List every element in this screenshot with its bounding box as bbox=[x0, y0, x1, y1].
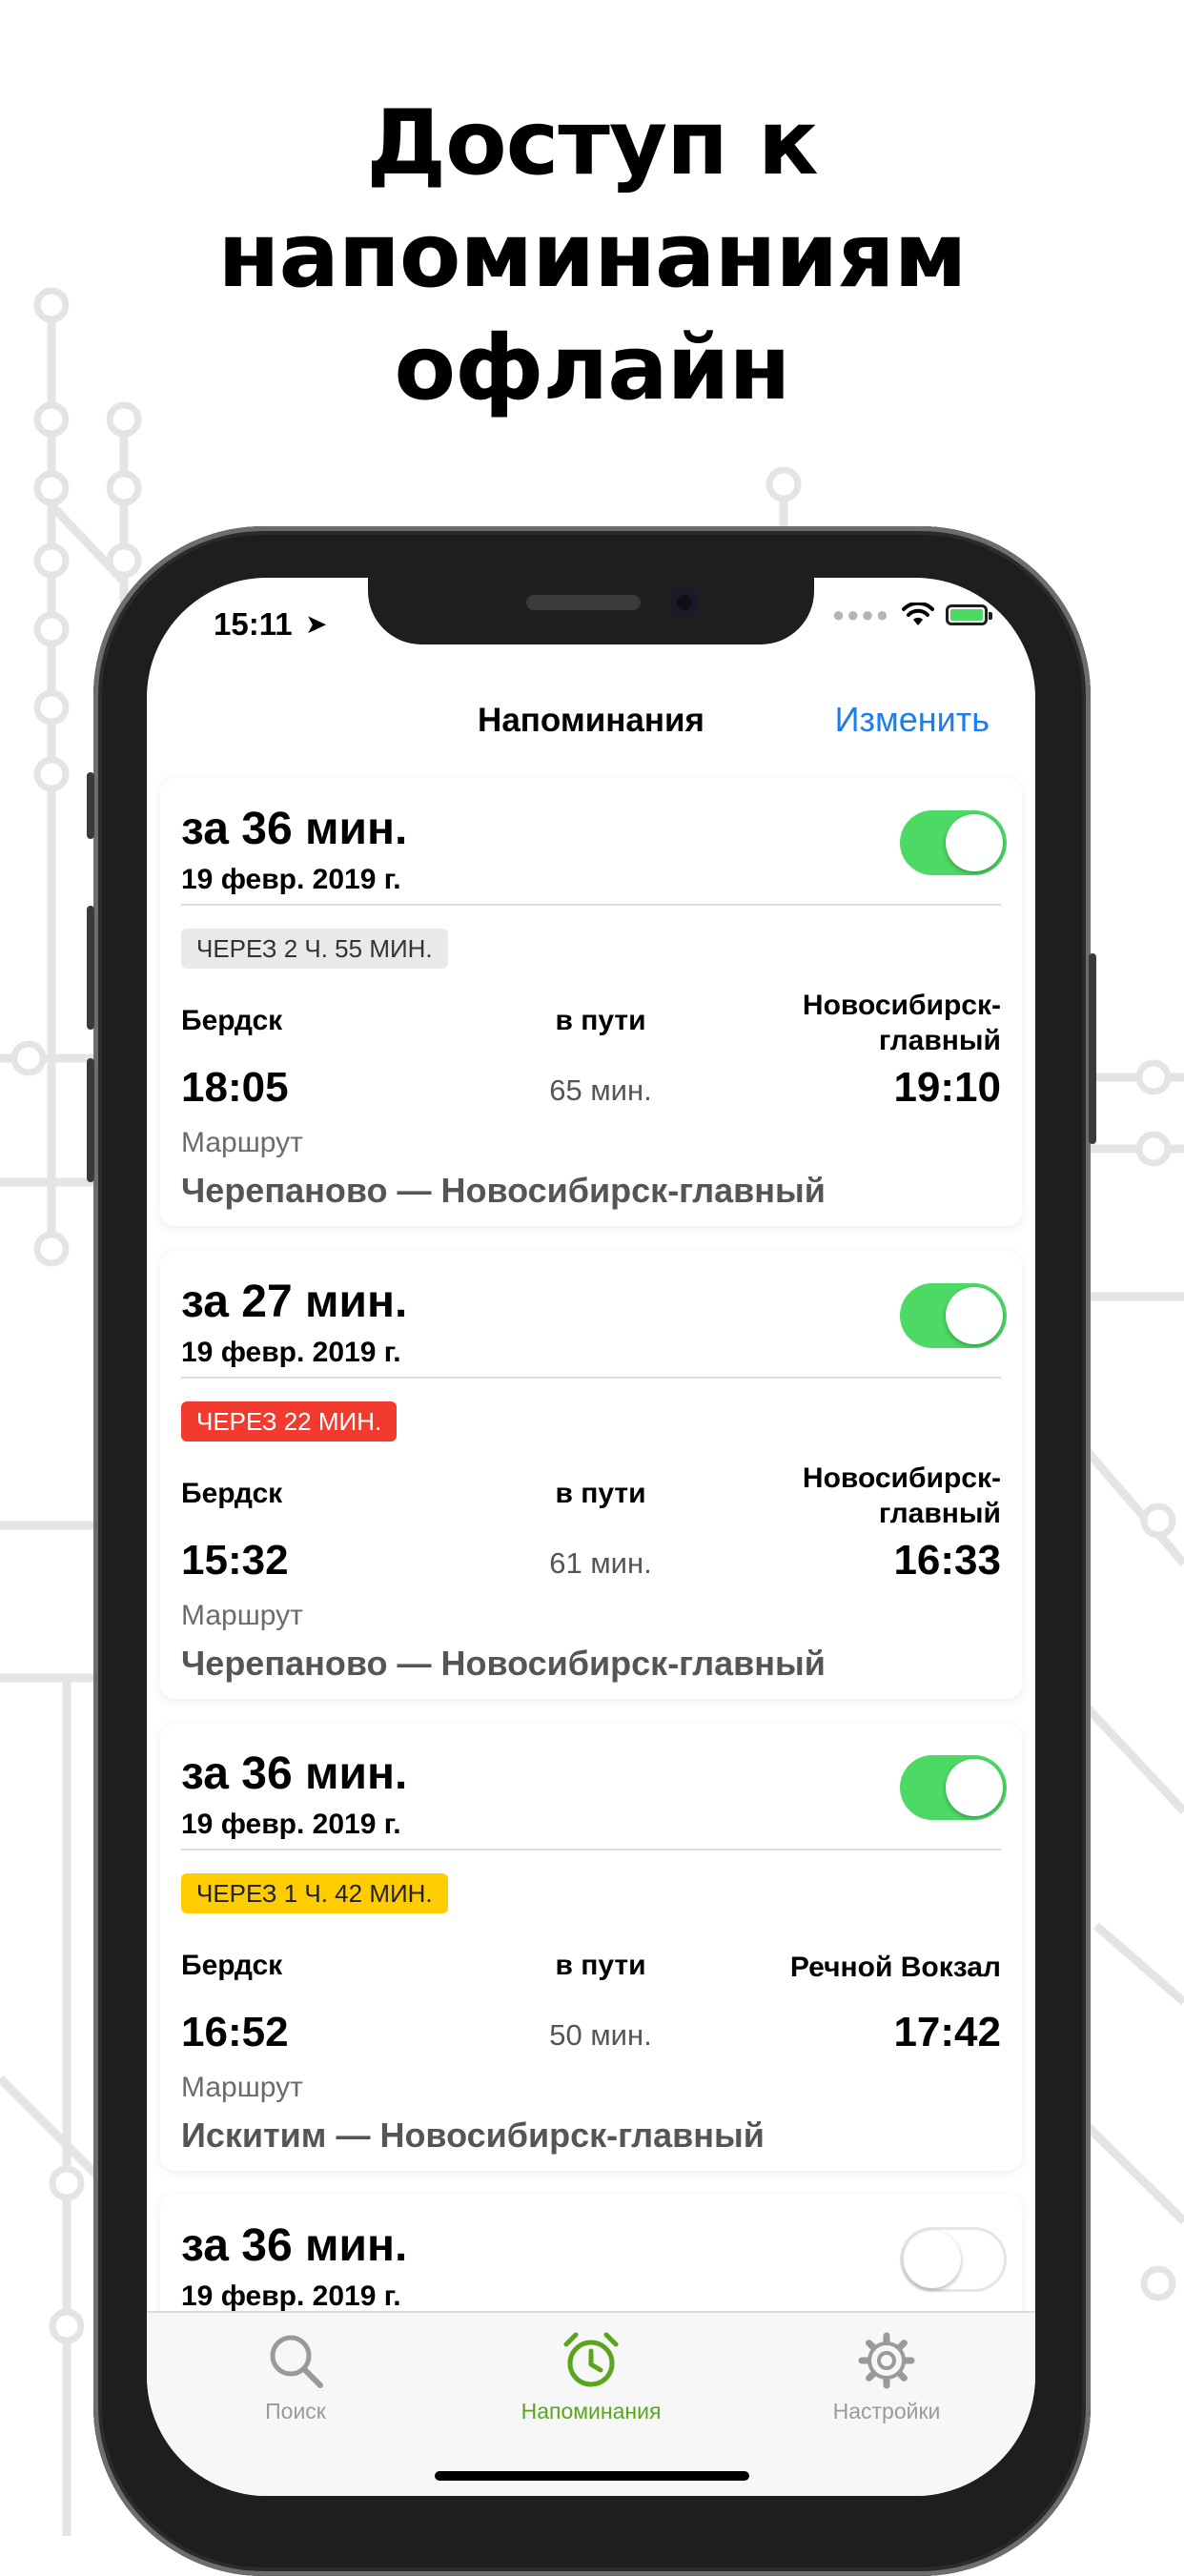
alarm-clock-icon bbox=[563, 2332, 619, 2387]
arrival-station: Новосибирск-главный bbox=[802, 1462, 1001, 1529]
countdown-badge: ЧЕРЕЗ 22 МИН. bbox=[181, 1401, 398, 1441]
front-camera bbox=[671, 589, 698, 616]
reminder-lead-time: за 36 мин. bbox=[181, 2220, 408, 2271]
status-time: 15:11 bbox=[214, 606, 293, 642]
reminder-date: 19 февр. 2019 г. bbox=[181, 2280, 401, 2312]
reminder-card[interactable]: за 27 мин. 19 февр. 2019 г. ЧЕРЕЗ 22 МИН… bbox=[160, 1251, 1022, 1699]
promo-headline: Доступ к напоминаниям офлайн bbox=[0, 88, 1184, 425]
tab-search[interactable]: Поиск bbox=[181, 2330, 410, 2424]
battery-icon bbox=[946, 604, 992, 625]
gear-icon bbox=[858, 2332, 915, 2389]
reminder-date: 19 февр. 2019 г. bbox=[181, 1337, 401, 1368]
divider bbox=[181, 904, 1001, 906]
divider bbox=[181, 1377, 1001, 1379]
reminder-date: 19 февр. 2019 г. bbox=[181, 1809, 401, 1840]
route-label: Маршрут bbox=[181, 1127, 303, 1158]
travel-duration: 65 мин. bbox=[549, 1073, 652, 1107]
arrival-station: Новосибирск-главный bbox=[802, 990, 1001, 1056]
cellular-signal-icon: ●●●● bbox=[831, 603, 890, 626]
travel-time-label: в пути bbox=[555, 1950, 646, 1981]
side-button-mute bbox=[87, 772, 94, 839]
route-name: Искитим — Новосибирск-главный bbox=[181, 2116, 765, 2155]
headline-line-2: напоминаниям bbox=[217, 204, 968, 308]
route-name: Черепаново — Новосибирск-главный bbox=[181, 1644, 826, 1683]
arrival-time: 17:42 bbox=[893, 2009, 1001, 2055]
divider bbox=[181, 1849, 1001, 1850]
reminder-toggle[interactable] bbox=[900, 1283, 1007, 1348]
departure-time: 16:52 bbox=[181, 2009, 289, 2055]
home-indicator[interactable] bbox=[435, 2471, 749, 2481]
travel-duration: 61 мин. bbox=[549, 1546, 652, 1580]
departure-station: Бердск bbox=[181, 1005, 283, 1036]
edit-button[interactable]: Изменить bbox=[835, 700, 990, 740]
arrival-time: 19:10 bbox=[893, 1064, 1001, 1111]
status-indicators: ●●●● bbox=[831, 603, 992, 627]
tab-reminders[interactable]: Напоминания bbox=[477, 2330, 705, 2424]
tab-search-label: Поиск bbox=[265, 2399, 326, 2423]
route-name: Черепаново — Новосибирск-главный bbox=[181, 1171, 826, 1210]
arrival-time: 16:33 bbox=[893, 1537, 1001, 1584]
tab-settings-label: Настройки bbox=[832, 2399, 941, 2423]
side-button-power bbox=[1089, 953, 1096, 1144]
reminder-toggle[interactable] bbox=[900, 1755, 1007, 1820]
travel-duration: 50 мин. bbox=[549, 2018, 652, 2052]
reminder-card[interactable]: за 36 мин. 19 февр. 2019 г. ЧЕРЕЗ 2 Ч. 5… bbox=[160, 778, 1022, 1226]
reminder-date: 19 февр. 2019 г. bbox=[181, 864, 401, 895]
arrival-station: Речной Вокзал bbox=[789, 1952, 1001, 1983]
departure-station: Бердск bbox=[181, 1950, 283, 1981]
side-button-volume-up bbox=[87, 906, 94, 1030]
reminder-toggle[interactable] bbox=[900, 2227, 1007, 2292]
notch bbox=[368, 578, 814, 644]
reminder-lead-time: за 36 мин. bbox=[181, 804, 408, 854]
countdown-badge: ЧЕРЕЗ 2 Ч. 55 МИН. bbox=[181, 929, 448, 969]
headline-line-1: Доступ к bbox=[366, 92, 818, 195]
reminder-lead-time: за 36 мин. bbox=[181, 1748, 408, 1799]
wifi-icon bbox=[902, 603, 934, 625]
phone-screen: 15:11 ➤ ●●●● Напоминания Изменить за 36 … bbox=[147, 578, 1035, 2496]
reminder-lead-time: за 27 мин. bbox=[181, 1277, 408, 1327]
countdown-badge: ЧЕРЕЗ 1 Ч. 42 МИН. bbox=[181, 1873, 448, 1913]
tab-reminders-label: Напоминания bbox=[521, 2399, 662, 2423]
departure-time: 18:05 bbox=[181, 1064, 289, 1111]
travel-time-label: в пути bbox=[555, 1478, 646, 1509]
tab-bar: Поиск Напоминания Настройки bbox=[147, 2311, 1035, 2496]
side-button-volume-down bbox=[87, 1058, 94, 1182]
search-icon bbox=[270, 2335, 323, 2388]
speaker-grille bbox=[526, 595, 641, 610]
tab-settings[interactable]: Настройки bbox=[772, 2330, 1001, 2424]
reminder-card[interactable]: за 36 мин. 19 февр. 2019 г. ЧЕРЕЗ 1 Ч. 4… bbox=[160, 1723, 1022, 2171]
location-arrow-icon: ➤ bbox=[305, 609, 328, 639]
departure-station: Бердск bbox=[181, 1478, 283, 1509]
travel-time-label: в пути bbox=[555, 1005, 646, 1036]
headline-line-3: офлайн bbox=[394, 317, 791, 420]
reminder-toggle[interactable] bbox=[900, 810, 1007, 875]
route-label: Маршрут bbox=[181, 2072, 303, 2103]
route-label: Маршрут bbox=[181, 1600, 303, 1631]
departure-time: 15:32 bbox=[181, 1537, 289, 1584]
